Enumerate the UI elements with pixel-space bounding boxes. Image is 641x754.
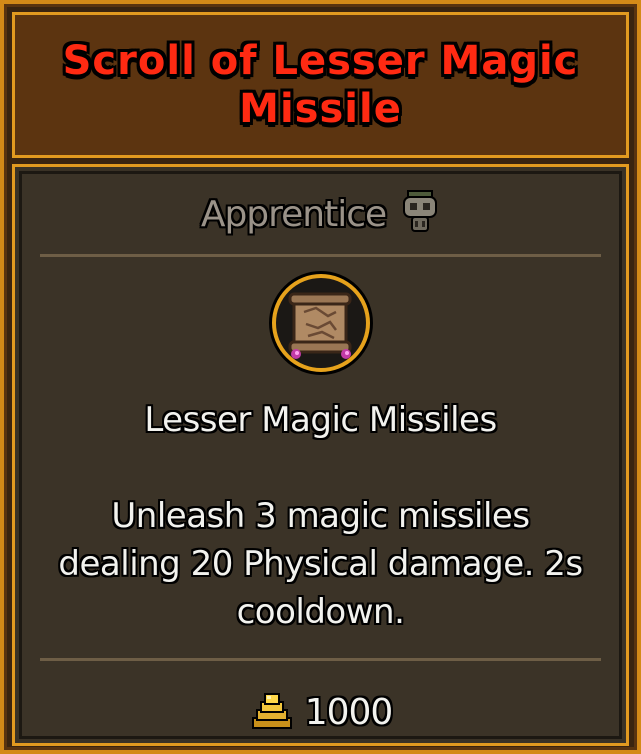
item-title: Scroll of Lesser Magic Missile bbox=[62, 38, 579, 132]
gold-coins-icon bbox=[249, 688, 295, 736]
title-bar: Scroll of Lesser Magic Missile bbox=[12, 12, 629, 158]
content-inner: Apprentice Lesser Magic Missiles Unleash… bbox=[19, 171, 622, 739]
spell-name: Lesser Magic Missiles bbox=[144, 400, 497, 440]
scroll-icon bbox=[268, 271, 373, 375]
divider-bottom bbox=[40, 658, 601, 661]
spell-icon-frame bbox=[266, 268, 376, 378]
spell-description: Unleash 3 magic missiles dealing 20 Phys… bbox=[58, 496, 583, 632]
skull-helmet-icon bbox=[400, 189, 440, 239]
content-panel: Apprentice Lesser Magic Missiles Unleash… bbox=[12, 164, 629, 746]
price-row: 1000 bbox=[22, 684, 619, 740]
rank-row: Apprentice bbox=[22, 188, 619, 240]
rank-label: Apprentice bbox=[200, 193, 387, 235]
divider-top bbox=[40, 254, 601, 257]
price-value: 1000 bbox=[304, 691, 394, 733]
item-tooltip: Scroll of Lesser Magic Missile Apprentic… bbox=[0, 0, 641, 754]
